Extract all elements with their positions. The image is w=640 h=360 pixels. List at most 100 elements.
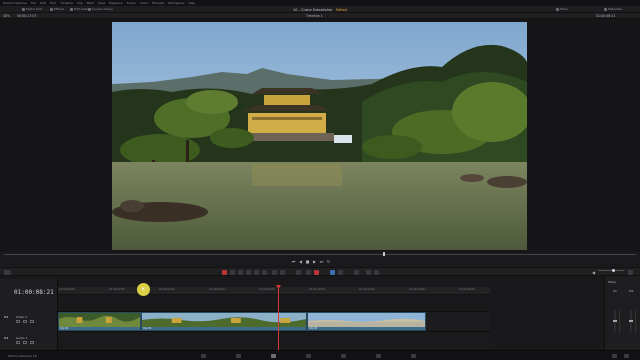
play-icon[interactable]: ▶ — [312, 259, 317, 264]
menu-item-view[interactable]: View — [98, 1, 105, 5]
timeline-toolbar: ◀ — [0, 267, 640, 276]
zoom-level[interactable]: 40% — [3, 14, 10, 18]
jump-start-icon[interactable]: ⏮ — [291, 259, 296, 264]
solo-icon[interactable] — [23, 341, 27, 344]
position-lock-icon[interactable] — [296, 270, 301, 275]
metadata-icon — [604, 7, 607, 11]
project-status: Edited — [335, 7, 348, 12]
detail-zoom-icon[interactable] — [374, 270, 379, 275]
menu-item-trim[interactable]: Trim — [50, 1, 56, 5]
marker-icon[interactable] — [330, 270, 335, 275]
track-name-a1[interactable]: Audio 1 — [16, 336, 27, 340]
menu-item-edit[interactable]: Edit — [40, 1, 46, 5]
clip-thumbnail-strip — [59, 313, 140, 327]
source-timecode: 00:00:17:07 — [17, 14, 37, 18]
ruler-tick: 01:00:12:00 — [359, 288, 375, 291]
timeline-clip[interactable]: Clip 02 — [141, 312, 307, 331]
audio-track-row[interactable] — [58, 332, 490, 350]
dim-icon[interactable] — [628, 270, 633, 275]
menu-item-fusion[interactable]: Fusion — [127, 1, 137, 5]
viewer-frame-image — [112, 22, 527, 250]
mixer-button[interactable]: Mixer — [556, 7, 568, 11]
replace-clip-icon[interactable] — [262, 270, 267, 275]
ruler-tick: 01:00:06:00 — [209, 288, 225, 291]
play-reverse-icon[interactable]: ◀ — [298, 259, 303, 264]
layout-icon[interactable] — [4, 270, 11, 275]
settings-icon[interactable] — [624, 354, 629, 358]
ruler-tick: 01:00:08:00 — [259, 288, 275, 291]
page-navigation-bar: DaVinci Resolve 18 — [0, 350, 640, 360]
timeline-clip[interactable]: Clip 03 — [307, 312, 426, 331]
ruler-tick: 01:00:14:00 — [409, 288, 425, 291]
clip-name: Clip 03 — [309, 326, 318, 330]
link-icon[interactable] — [306, 270, 311, 275]
trim-tool-icon[interactable] — [230, 270, 235, 275]
menu-item-workspace[interactable]: Workspace — [168, 1, 184, 5]
ruler-tick: 01:00:04:00 — [159, 288, 175, 291]
zoom-in-icon[interactable] — [366, 270, 371, 275]
insert-clip-icon[interactable] — [246, 270, 251, 275]
timeline-ruler[interactable]: 01:00:00:00 01:00:02:00 01:00:04:00 01:0… — [58, 287, 490, 295]
volume-knob[interactable] — [612, 269, 615, 272]
page-media-icon[interactable] — [201, 354, 206, 358]
mute-icon[interactable] — [30, 341, 34, 344]
viewer-scrub-bar[interactable] — [4, 254, 636, 255]
loop-icon[interactable]: ↻ — [326, 259, 331, 264]
menu-item-timeline[interactable]: Timeline — [60, 1, 73, 5]
ruler-tick: 01:00:16:00 — [459, 288, 475, 291]
timeline-name[interactable]: Timeline 1 — [306, 14, 323, 18]
timeline-clip[interactable]: Clip 01 — [58, 312, 141, 331]
mouse-cursor-highlight — [137, 283, 150, 296]
page-edit-icon[interactable] — [271, 354, 276, 358]
transport-controls: ⏮ ◀ ■ ▶ ⏭ ↻ — [0, 257, 640, 267]
fader-knob[interactable] — [613, 320, 617, 322]
project-manager-icon[interactable] — [612, 354, 617, 358]
flag-icon[interactable] — [314, 270, 319, 275]
timeline-playhead[interactable] — [278, 287, 279, 350]
track-id-v1: V1 — [4, 315, 9, 319]
fader-a1[interactable] — [613, 310, 617, 332]
zoom-fit-icon[interactable] — [338, 270, 343, 275]
disable-track-icon[interactable] — [30, 320, 34, 323]
fader-m1[interactable] — [629, 310, 633, 332]
track-name-v1[interactable]: Video 1 — [16, 315, 27, 319]
app-version-label: DaVinci Resolve 18 — [8, 354, 37, 358]
stop-icon[interactable]: ■ — [305, 259, 310, 264]
overwrite-clip-icon[interactable] — [254, 270, 259, 275]
metadata-button[interactable]: Metadata — [604, 7, 622, 11]
menu-item-playback[interactable]: Playback — [109, 1, 122, 5]
linked-selection-icon[interactable] — [280, 270, 285, 275]
page-fusion-icon[interactable] — [306, 354, 311, 358]
auto-select-icon[interactable] — [23, 320, 27, 323]
mixer-title: Mixer — [608, 280, 617, 284]
blade-tool-icon[interactable] — [238, 270, 243, 275]
snapping-icon[interactable] — [272, 270, 277, 275]
clip-thumbnail-strip — [142, 313, 306, 327]
volume-slider[interactable] — [598, 270, 624, 271]
audio-lock-icon[interactable] — [16, 341, 20, 344]
clip-name: Clip 01 — [60, 326, 69, 330]
page-deliver-icon[interactable] — [411, 354, 416, 358]
track-id-a1: A1 — [4, 336, 9, 340]
timeline-timecode: 01:00:08:21 — [14, 289, 54, 296]
jump-end-icon[interactable]: ⏭ — [319, 259, 324, 264]
selection-tool-icon[interactable] — [222, 270, 227, 275]
menu-item-clip[interactable]: Clip — [77, 1, 83, 5]
menu-item-color[interactable]: Color — [140, 1, 148, 5]
menu-item-fairlight[interactable]: Fairlight — [152, 1, 164, 5]
page-cut-icon[interactable] — [236, 354, 241, 358]
top-toolbar: Media Pool Effects Edit Index Sound Libr… — [0, 6, 640, 13]
page-color-icon[interactable] — [341, 354, 346, 358]
mixer-channel-m1: M1 — [629, 289, 634, 293]
zoom-out-icon[interactable] — [354, 270, 359, 275]
speaker-icon[interactable]: ◀ — [592, 270, 597, 275]
fader-knob[interactable] — [629, 320, 633, 322]
scrub-playhead[interactable] — [383, 252, 385, 256]
page-fairlight-icon[interactable] — [376, 354, 381, 358]
mixer-icon — [556, 7, 559, 11]
menu-item-help[interactable]: Help — [188, 1, 195, 5]
menu-item-mark[interactable]: Mark — [87, 1, 94, 5]
menu-item-app[interactable]: DaVinci Resolve — [3, 1, 27, 5]
lock-track-icon[interactable] — [16, 320, 20, 323]
menu-item-file[interactable]: File — [31, 1, 36, 5]
